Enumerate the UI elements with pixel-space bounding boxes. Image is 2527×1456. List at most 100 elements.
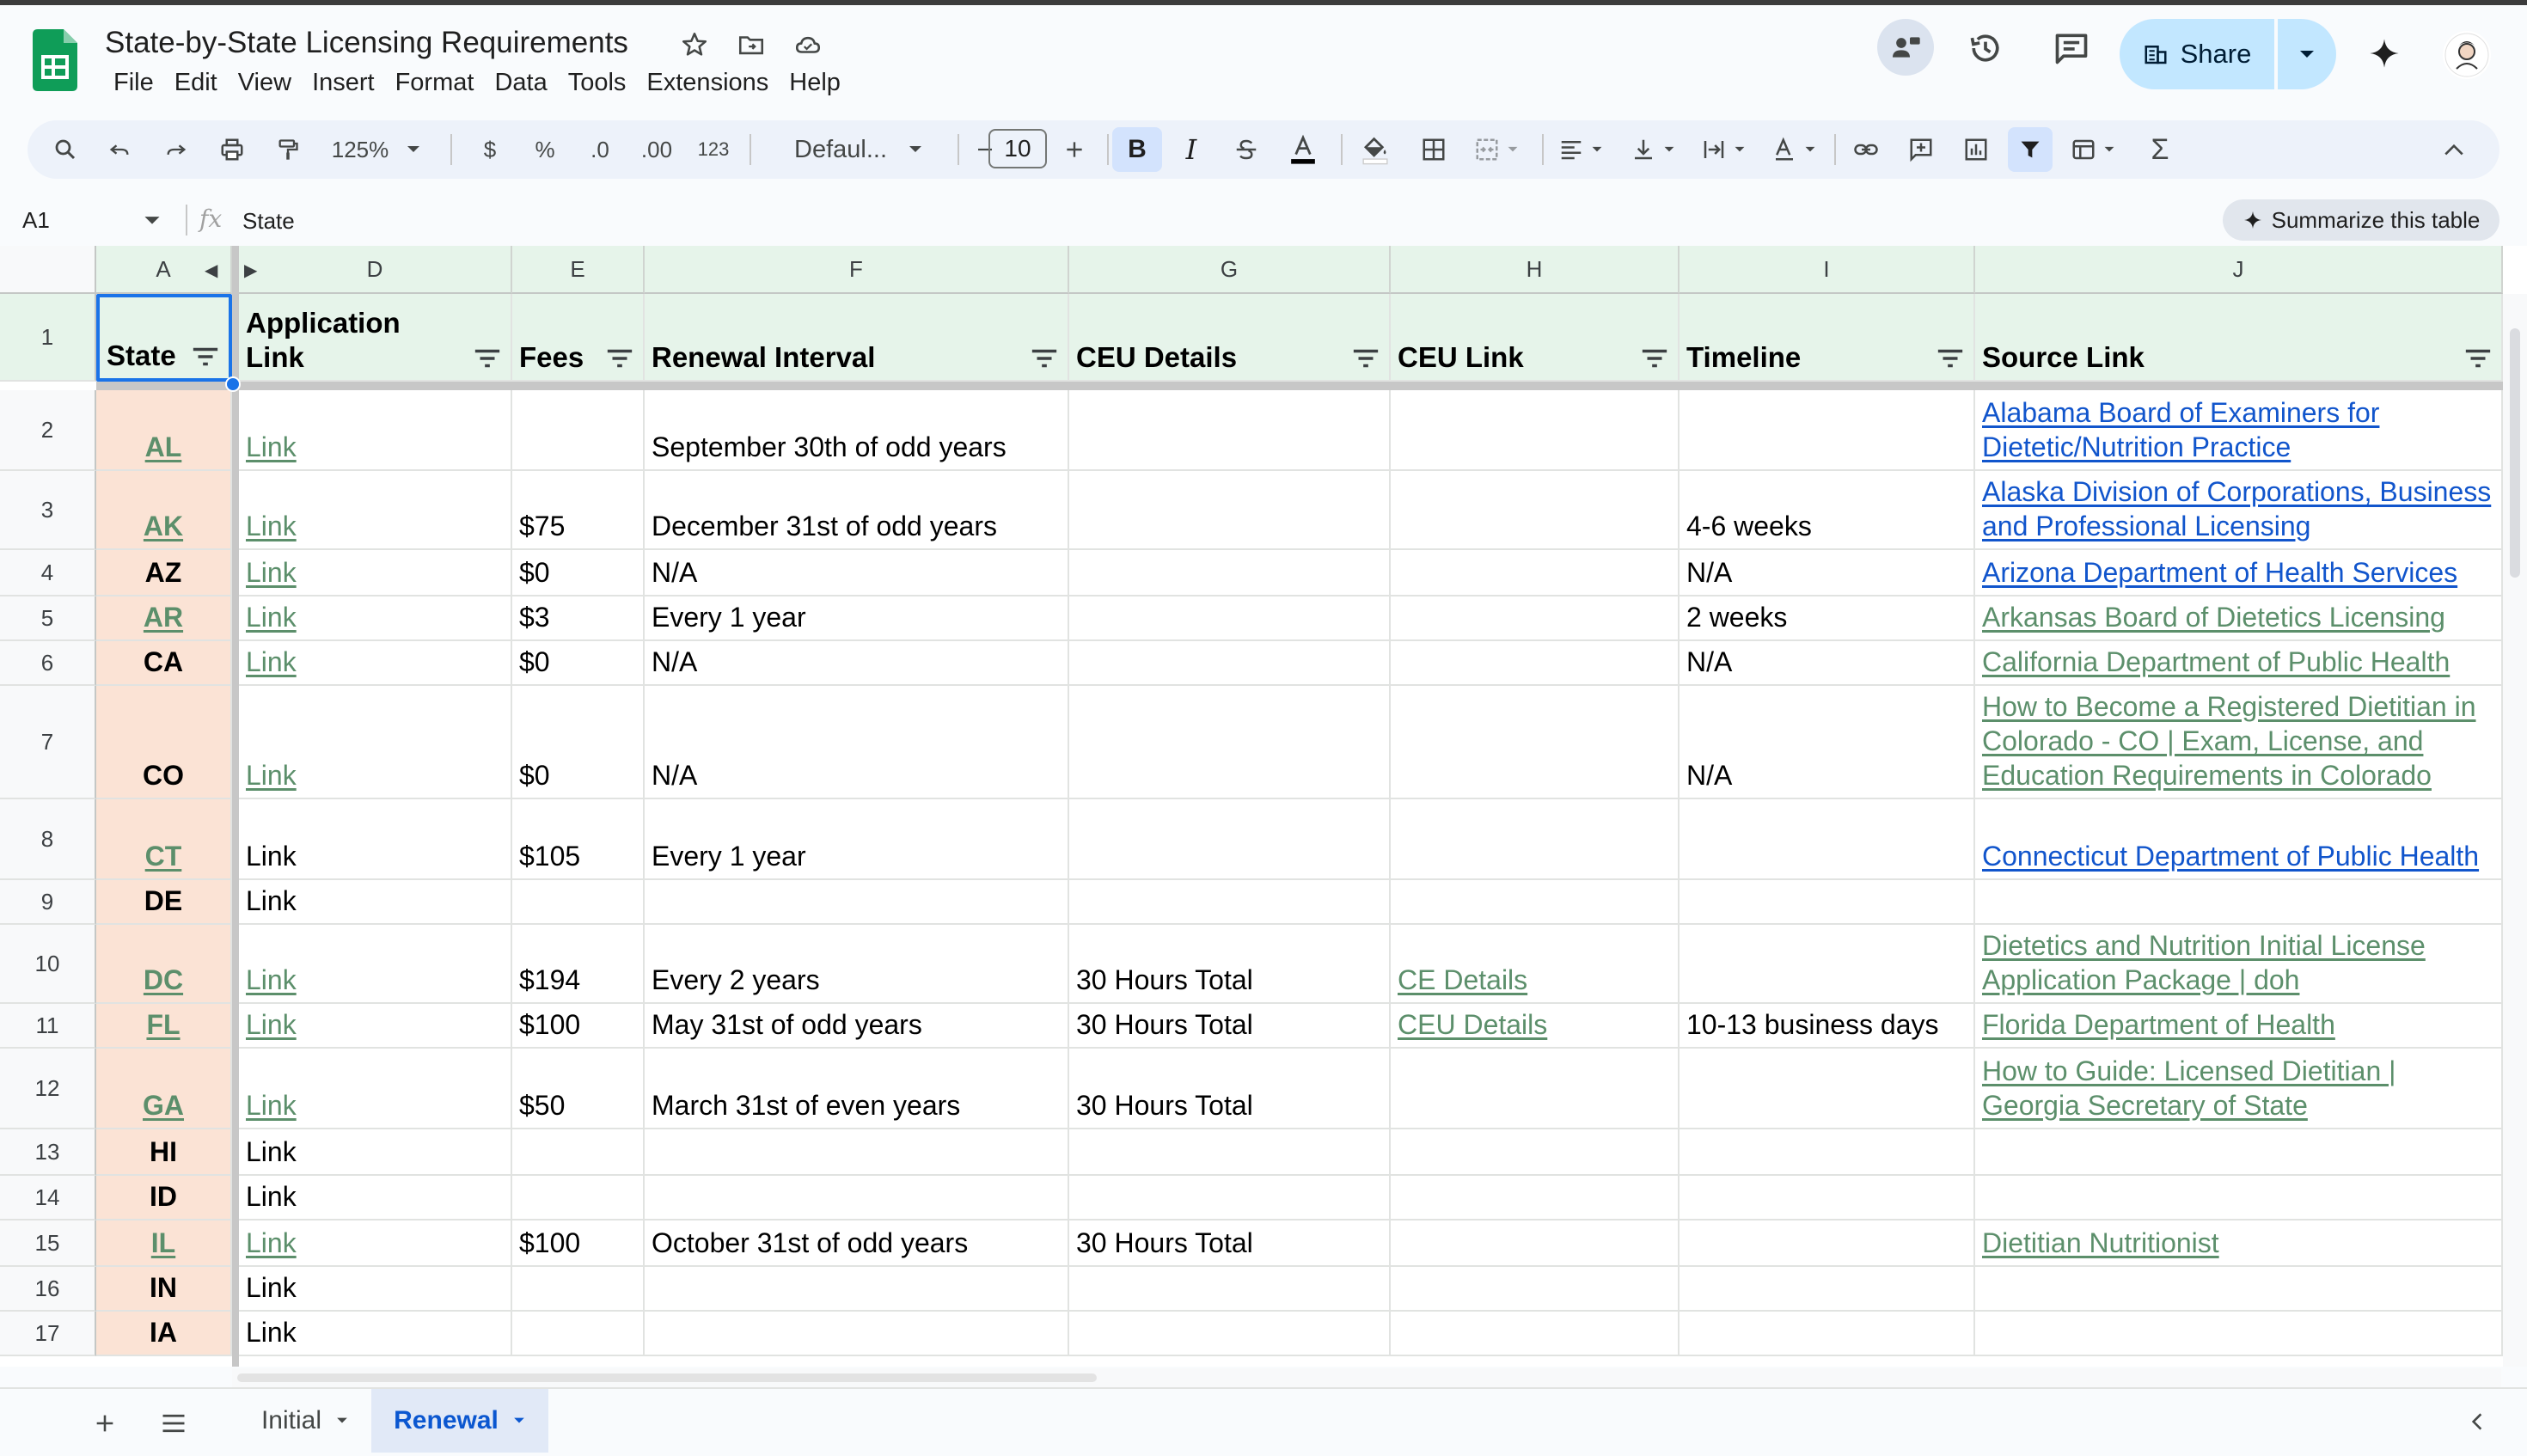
cell-app[interactable]: Link bbox=[239, 1267, 512, 1312]
hide-menus-chevron-icon[interactable] bbox=[2432, 127, 2475, 172]
cell-timeline[interactable] bbox=[1680, 1129, 1975, 1176]
cell-ceu[interactable] bbox=[1069, 686, 1391, 799]
cell-renewal[interactable]: October 31st of odd years bbox=[645, 1220, 1069, 1267]
source-link[interactable]: California Department of Public Health bbox=[1982, 645, 2450, 679]
source-link[interactable]: Dietetics and Nutrition Initial License … bbox=[1982, 928, 2494, 997]
paint-format-icon[interactable] bbox=[268, 127, 308, 172]
cell-renewal[interactable]: December 31st of odd years bbox=[645, 471, 1069, 550]
cell-source[interactable]: Dietitian Nutritionist bbox=[1975, 1220, 2503, 1267]
sheet-tab-renewal[interactable]: Renewal bbox=[371, 1389, 548, 1453]
star-icon[interactable] bbox=[676, 26, 713, 64]
cell-state[interactable]: DC bbox=[96, 925, 232, 1004]
filter-icon[interactable] bbox=[2008, 127, 2053, 172]
gemini-sparkle-icon[interactable] bbox=[2360, 29, 2408, 77]
cell-app[interactable]: Link bbox=[239, 596, 512, 641]
cell-ceu[interactable] bbox=[1069, 1176, 1391, 1220]
cell-ceu_link[interactable] bbox=[1391, 390, 1680, 471]
number-format-button[interactable]: 123 bbox=[689, 127, 737, 172]
cell-state[interactable]: AL bbox=[96, 390, 232, 471]
cell-timeline[interactable] bbox=[1680, 1176, 1975, 1220]
cell-ceu[interactable] bbox=[1069, 390, 1391, 471]
cell-fee[interactable] bbox=[512, 390, 645, 471]
cell-app[interactable]: Link bbox=[239, 471, 512, 550]
header-cell-g[interactable]: CEU Details bbox=[1069, 294, 1391, 382]
cell-source[interactable]: California Department of Public Health bbox=[1975, 641, 2503, 686]
cell-ceu[interactable] bbox=[1069, 880, 1391, 925]
bold-icon[interactable]: B bbox=[1112, 127, 1162, 172]
merge-cells-icon[interactable] bbox=[1465, 127, 1528, 172]
cell-fee[interactable]: $100 bbox=[512, 1004, 645, 1049]
cell-ceu[interactable] bbox=[1069, 471, 1391, 550]
name-box-dropdown-icon[interactable] bbox=[143, 211, 162, 230]
cell-ceu_link[interactable] bbox=[1391, 799, 1680, 880]
row-header[interactable]: 16 bbox=[0, 1267, 96, 1312]
cell-app[interactable]: Link bbox=[239, 1312, 512, 1356]
cell-state[interactable]: CT bbox=[96, 799, 232, 880]
all-sheets-menu-icon[interactable] bbox=[155, 1404, 193, 1442]
share-dropdown-button[interactable] bbox=[2278, 19, 2336, 89]
meet-call-button[interactable] bbox=[1877, 19, 1934, 76]
cell-ceu[interactable] bbox=[1069, 1312, 1391, 1356]
cell-timeline[interactable] bbox=[1680, 925, 1975, 1004]
row-header[interactable]: 1 bbox=[0, 294, 96, 382]
application-link[interactable]: Link bbox=[246, 1007, 297, 1042]
cell-timeline[interactable] bbox=[1680, 799, 1975, 880]
cell-ceu_link[interactable] bbox=[1391, 550, 1680, 596]
column-filter-icon[interactable] bbox=[1030, 346, 1059, 371]
cell-app[interactable]: Link bbox=[239, 686, 512, 799]
cell-timeline[interactable] bbox=[1680, 880, 1975, 925]
cell-state[interactable]: AZ bbox=[96, 550, 232, 596]
application-link[interactable]: Link bbox=[246, 1088, 297, 1123]
cell-fee[interactable]: $50 bbox=[512, 1049, 645, 1129]
cell-state[interactable]: FL bbox=[96, 1004, 232, 1049]
print-icon[interactable] bbox=[211, 127, 253, 172]
row-header[interactable]: 9 bbox=[0, 880, 96, 925]
column-filter-icon[interactable] bbox=[2463, 346, 2493, 371]
cell-source[interactable] bbox=[1975, 1176, 2503, 1220]
cell-state[interactable]: IN bbox=[96, 1267, 232, 1312]
cell-source[interactable]: How to Guide: Licensed Dietitian | Georg… bbox=[1975, 1049, 2503, 1129]
column-filter-icon[interactable] bbox=[1640, 346, 1669, 371]
application-link[interactable]: Link bbox=[246, 600, 297, 634]
text-wrapping-icon[interactable] bbox=[1693, 127, 1753, 172]
cell-state[interactable]: AK bbox=[96, 471, 232, 550]
cell-ceu[interactable] bbox=[1069, 1267, 1391, 1312]
cell-source[interactable] bbox=[1975, 1267, 2503, 1312]
increase-font-size-icon[interactable] bbox=[1055, 127, 1093, 172]
italic-icon[interactable]: I bbox=[1169, 127, 1214, 172]
cell-ceu_link[interactable] bbox=[1391, 471, 1680, 550]
percent-format-button[interactable]: % bbox=[524, 127, 566, 172]
cell-ceu[interactable] bbox=[1069, 550, 1391, 596]
insert-comment-icon[interactable] bbox=[1900, 127, 1943, 172]
cell-source[interactable]: Dietetics and Nutrition Initial License … bbox=[1975, 925, 2503, 1004]
cell-renewal[interactable]: N/A bbox=[645, 641, 1069, 686]
cell-renewal[interactable]: March 31st of even years bbox=[645, 1049, 1069, 1129]
row-header[interactable]: 4 bbox=[0, 550, 96, 596]
cell-app[interactable]: Link bbox=[239, 799, 512, 880]
cell-app[interactable]: Link bbox=[239, 1004, 512, 1049]
spreadsheet-grid[interactable]: A D E F G H I J ◀ ▶ 1 State Application Link Fees Rene… bbox=[0, 246, 2527, 1367]
cell-source[interactable] bbox=[1975, 880, 2503, 925]
cell-app[interactable]: Link bbox=[239, 880, 512, 925]
ceu-link[interactable]: CE Details bbox=[1398, 963, 1527, 997]
source-link[interactable]: How to Guide: Licensed Dietitian | Georg… bbox=[1982, 1054, 2494, 1123]
functions-sigma-icon[interactable]: Σ bbox=[2138, 127, 2181, 172]
formula-input[interactable]: State bbox=[242, 206, 295, 236]
frozen-rows-divider[interactable] bbox=[96, 382, 2503, 390]
cell-renewal[interactable] bbox=[645, 1176, 1069, 1220]
cell-renewal[interactable]: N/A bbox=[645, 686, 1069, 799]
cell-fee[interactable]: $100 bbox=[512, 1220, 645, 1267]
header-cell-d[interactable]: Application Link bbox=[239, 294, 512, 382]
menu-help[interactable]: Help bbox=[779, 65, 851, 100]
header-cell-i[interactable]: Timeline bbox=[1680, 294, 1975, 382]
horizontal-scrollbar[interactable] bbox=[232, 1368, 2501, 1387]
cell-fee[interactable] bbox=[512, 1176, 645, 1220]
column-header-j[interactable]: J bbox=[1975, 246, 2503, 294]
cell-app[interactable]: Link bbox=[239, 1220, 512, 1267]
row-header[interactable]: 17 bbox=[0, 1312, 96, 1356]
row-header[interactable]: 5 bbox=[0, 596, 96, 641]
row-header[interactable]: 15 bbox=[0, 1220, 96, 1267]
menu-file[interactable]: File bbox=[103, 65, 164, 100]
hidden-columns-left-arrow-icon[interactable]: ◀ bbox=[205, 260, 217, 281]
row-header[interactable]: 3 bbox=[0, 471, 96, 550]
